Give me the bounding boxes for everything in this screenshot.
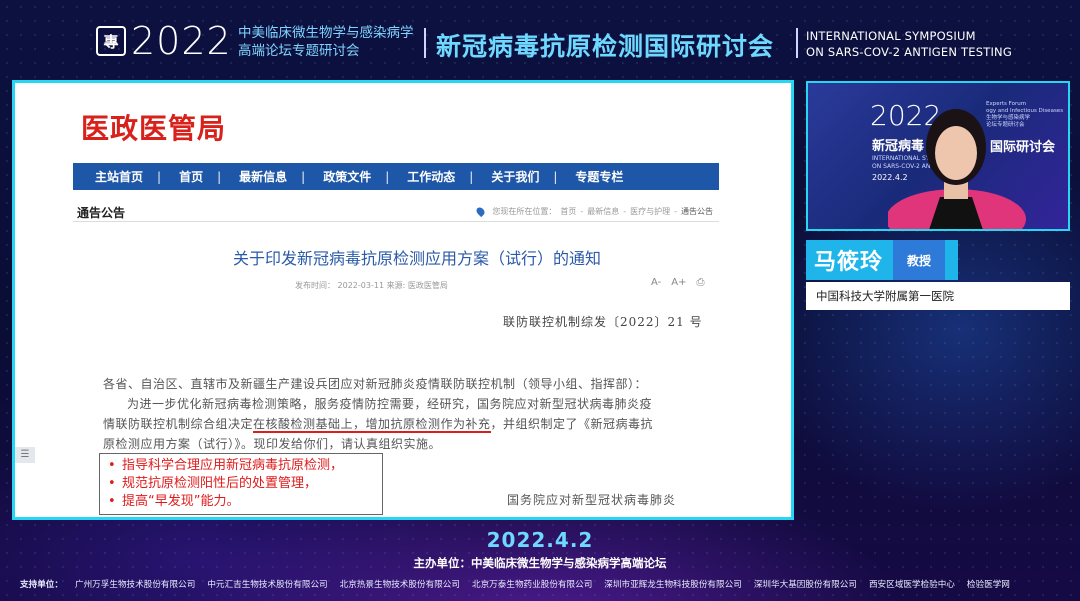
side-menu-icon[interactable]: ☰	[15, 447, 35, 463]
supporter-item: 北京万泰生物药业股份有限公司	[471, 580, 593, 590]
supporter-item: 深圳市亚辉龙生物科技股份有限公司	[604, 580, 742, 590]
breadcrumb: 您现在所在位置： 首页 - 最新信息 - 医疗与护理 - 通告公告	[475, 205, 713, 218]
supporter-item: 北京热景生物技术股份有限公司	[339, 580, 460, 590]
nav-item-home-main[interactable]: 主站首页 |	[95, 168, 179, 185]
supporters-label: 支持单位：	[20, 580, 63, 590]
breadcrumb-prefix: 您现在所在位置：	[492, 207, 557, 216]
breadcrumb-item[interactable]: 最新信息	[587, 206, 619, 217]
breadcrumb-separator: -	[674, 207, 677, 216]
font-decrease-icon[interactable]: A-	[651, 277, 661, 288]
breadcrumb-item[interactable]: 医疗与护理	[630, 206, 670, 217]
nav-label: 政策文件	[323, 170, 372, 184]
header-subtitle-line1: 中美临床微生物学与感染病学	[238, 25, 414, 41]
header-divider	[424, 28, 426, 58]
print-icon[interactable]: ⎙	[696, 277, 704, 288]
supporter-item: 广州万孚生物技术股份有限公司	[74, 580, 196, 590]
nav-item-work[interactable]: 工作动态 |	[407, 168, 491, 185]
nav-label: 主站首页	[95, 170, 144, 184]
header-english-title: INTERNATIONAL SYMPOSIUM ON SARS-COV-2 AN…	[806, 28, 1012, 60]
nav-label: 专题专栏	[575, 170, 624, 184]
key-point: 规范抗原检测阳性后的处置管理，	[108, 475, 374, 493]
speaker-name-card: 马筱玲 教授	[806, 240, 958, 280]
nav-label: 最新信息	[239, 170, 288, 184]
nav-label: 首页	[179, 170, 204, 184]
header-banner: 專 2022 中美临床微生物学与感染病学 高端论坛专题研讨会 新冠病毒抗原检测国…	[0, 18, 1080, 68]
breadcrumb-item[interactable]: 首页	[560, 206, 576, 217]
header-subtitle-line2: 高端论坛专题研讨会	[238, 43, 360, 59]
font-increase-icon[interactable]: A+	[671, 277, 686, 288]
addressee-paragraph: 各省、自治区、直辖市及新疆生产建设兵团应对新冠肺炎疫情联防联控机制（领导小组、指…	[103, 377, 648, 391]
header-subtitle: 中美临床微生物学与感染病学 高端论坛专题研讨会	[238, 24, 414, 60]
symposium-logo-icon: 專	[96, 26, 126, 56]
host-label: 主办单位：	[413, 556, 472, 570]
body-line-2-pre: 情联防联控机制综合组决定	[103, 417, 254, 431]
key-point: 指导科学合理应用新冠病毒抗原检测，	[108, 457, 374, 475]
divider	[73, 221, 719, 222]
header-english-line1: INTERNATIONAL SYMPOSIUM	[806, 29, 976, 43]
speaker-affiliation: 中国科技大学附属第一医院	[806, 282, 1070, 310]
supporter-item: 西安区域医学检验中心	[868, 580, 955, 590]
supporter-item: 检验医学网	[966, 580, 1010, 590]
nav-item-policy[interactable]: 政策文件 |	[323, 168, 407, 185]
header-year: 2022	[131, 19, 232, 63]
footer-host: 主办单位：中美临床微生物学与感染病学高端论坛	[0, 555, 1080, 571]
nav-item-about[interactable]: 关于我们 |	[491, 168, 575, 185]
nav-separator: |	[157, 169, 162, 184]
nav-separator: |	[553, 169, 558, 184]
nav-label: 工作动态	[407, 170, 456, 184]
body-line-3: 原检测应用方案（试行）》。现印发给你们，请认真组织实施。	[103, 437, 442, 451]
nav-separator: |	[469, 169, 474, 184]
breadcrumb-current: 通告公告	[681, 207, 713, 216]
footer-supporters: 支持单位： 广州万孚生物技术股份有限公司 中元汇吉生物技术股份有限公司 北京热景…	[20, 578, 1010, 590]
footer-date: 2022.4.2	[486, 528, 594, 552]
header-title: 新冠病毒抗原检测国际研讨会	[436, 32, 775, 61]
section-heading: 通告公告	[77, 206, 126, 220]
nav-label: 关于我们	[491, 170, 540, 184]
location-pin-icon	[475, 205, 487, 218]
speaker-person-image	[888, 109, 1026, 229]
body-line-1: 为进一步优化新冠病毒检测策略，服务疫情防控需要，经研究，国务院应对新型冠状病毒肺…	[127, 397, 653, 411]
supporter-item: 中元汇吉生物技术股份有限公司	[207, 580, 328, 590]
signer-text: 国务院应对新型冠状病毒肺炎	[507, 493, 677, 507]
breadcrumb-separator: -	[623, 207, 627, 216]
nav-separator: |	[301, 169, 306, 184]
nav-separator: |	[217, 169, 222, 184]
nav-item-home[interactable]: 首页 |	[179, 168, 239, 185]
speaker-role: 教授	[893, 240, 946, 280]
speaker-video: 2022 Experts Forum ogy and Infectious Di…	[806, 81, 1070, 231]
document-number: 联防联控机制综发〔2022〕21 号	[503, 315, 703, 329]
article-title: 关于印发新冠病毒抗原检测应用方案（试行）的通知	[232, 249, 601, 268]
header-divider	[796, 28, 798, 58]
highlighted-phrase: 在核酸检测基础上，增加抗原检测作为补充	[253, 417, 491, 433]
article-meta: 发布时间： 2022-03-11 来源: 医政医管局	[295, 281, 448, 290]
nav-separator: |	[385, 169, 390, 184]
key-point: 提高“早发现”能力。	[108, 493, 374, 511]
article-tools: A- A+ ⎙	[651, 277, 704, 288]
nav-item-latest[interactable]: 最新信息 |	[239, 168, 323, 185]
header-english-line2: ON SARS-COV-2 ANTIGEN TESTING	[806, 45, 1012, 59]
site-nav-bar: 主站首页 | 首页 | 最新信息 | 政策文件 | 工作动态 | 关于我们 | 专题专栏	[73, 163, 719, 190]
host-name: 中美临床微生物学与感染病学高端论坛	[471, 556, 667, 570]
presentation-slide: 医政医管局 主站首页 | 首页 | 最新信息 | 政策文件 | 工作动态 | 关于我们 | …	[12, 80, 794, 520]
speaker-name: 马筱玲	[814, 250, 884, 275]
supporter-item: 深圳华大基因股份有限公司	[753, 580, 857, 590]
nav-item-topics[interactable]: 专题专栏	[575, 168, 623, 185]
body-line-2: 情联防联控机制综合组决定在核酸检测基础上，增加抗原检测作为补充，并组织制定了《新…	[103, 415, 654, 433]
key-points-box: 指导科学合理应用新冠病毒抗原检测， 规范抗原检测阳性后的处置管理， 提高“早发现…	[99, 453, 383, 515]
org-name: 医政医管局	[81, 112, 227, 145]
body-line-2-post: ，并组织制定了《新冠病毒抗	[490, 417, 654, 431]
breadcrumb-separator: -	[580, 207, 584, 216]
